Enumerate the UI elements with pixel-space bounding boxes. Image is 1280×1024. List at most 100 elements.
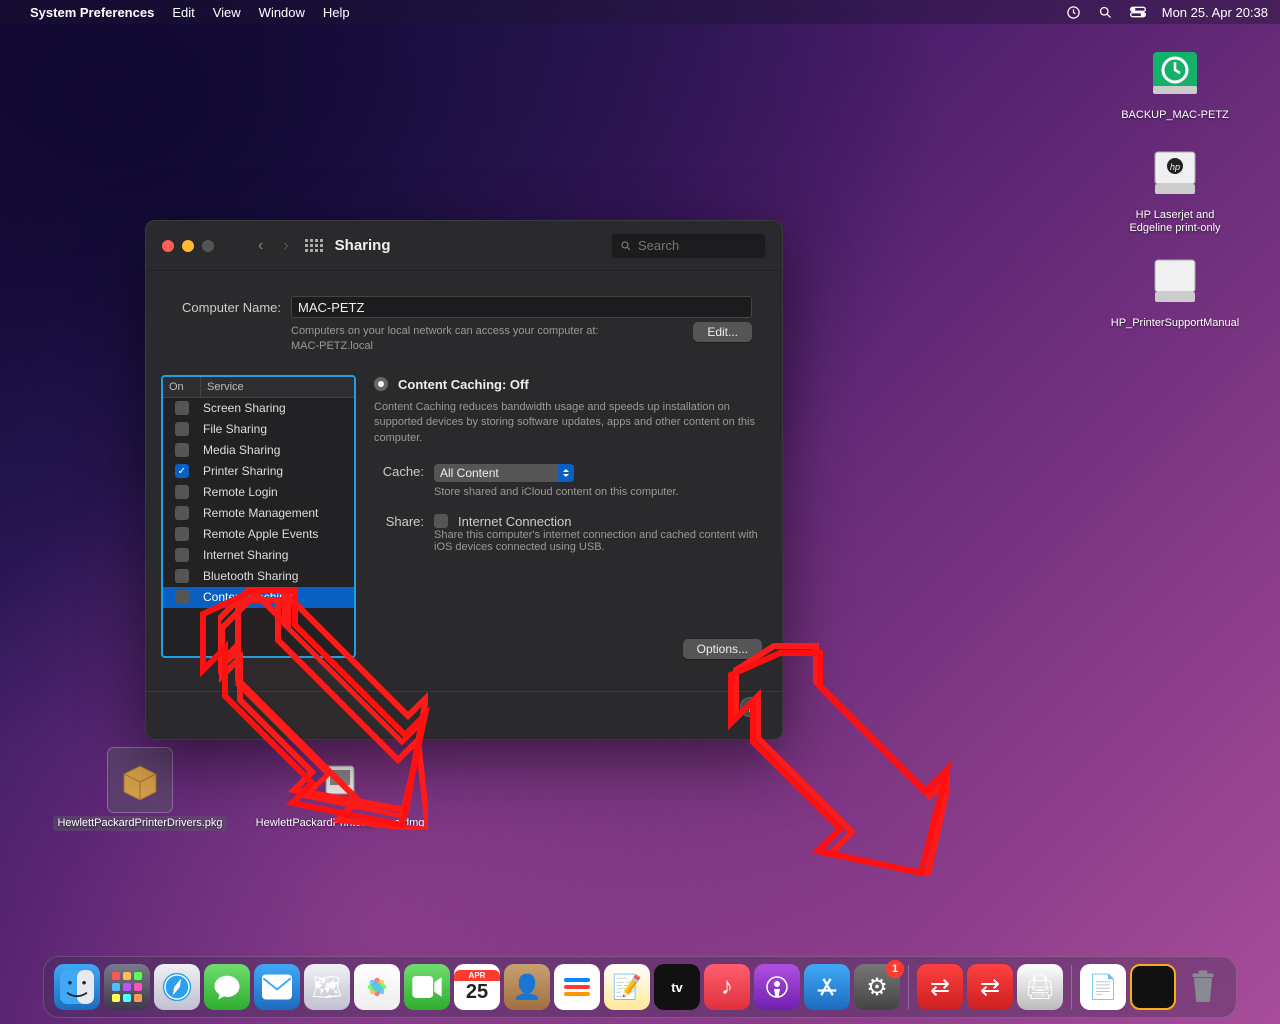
computer-name-input[interactable]: MAC-PETZ (291, 296, 752, 318)
help-button[interactable]: ? (740, 697, 760, 717)
dock-podcasts[interactable] (754, 964, 800, 1010)
calendar-month: APR (454, 970, 500, 981)
menubar: System Preferences Edit View Window Help… (0, 0, 1280, 24)
cache-select[interactable]: All Content (434, 464, 574, 482)
dock-finder[interactable] (54, 964, 100, 1010)
menu-help[interactable]: Help (323, 5, 350, 20)
service-status-title: Content Caching: Off (398, 377, 529, 392)
desktop-label: HP Laserjet and Edgeline print-only (1115, 208, 1235, 236)
dock-launchpad[interactable] (104, 964, 150, 1010)
dock-maps[interactable]: 🗺 (304, 964, 350, 1010)
computer-name-label: Computer Name: (176, 300, 281, 315)
service-row-remote-apple-events[interactable]: Remote Apple Events (163, 524, 354, 545)
desktop-icon-backup-disk[interactable]: BACKUP_MAC-PETZ (1115, 40, 1235, 123)
edit-hostname-button[interactable]: Edit... (693, 322, 752, 342)
dock-trash[interactable] (1180, 964, 1226, 1010)
search-input[interactable] (638, 238, 748, 253)
dock-recent-textedit[interactable]: 📄 (1080, 964, 1126, 1010)
service-checkbox[interactable] (175, 485, 189, 499)
menu-edit[interactable]: Edit (172, 5, 194, 20)
desktop-icon-hp-laserjet-disk[interactable]: hp HP Laserjet and Edgeline print-only (1115, 140, 1235, 236)
service-row-bluetooth-sharing[interactable]: Bluetooth Sharing (163, 566, 354, 587)
desktop-icon-pkg[interactable]: HewlettPackardPrinterDrivers.pkg (80, 748, 200, 831)
service-row-remote-login[interactable]: Remote Login (163, 482, 354, 503)
options-button[interactable]: Options... (683, 639, 762, 659)
service-checkbox[interactable] (175, 401, 189, 415)
zoom-button[interactable] (202, 240, 214, 252)
computer-name-hint: Computers on your local network can acce… (291, 324, 693, 355)
service-name: Screen Sharing (201, 401, 354, 415)
dock-mail[interactable] (254, 964, 300, 1010)
share-internet-label: Internet Connection (458, 514, 571, 529)
dock-contacts[interactable]: 👤 (504, 964, 550, 1010)
service-checkbox[interactable] (175, 422, 189, 436)
service-checkbox[interactable]: ✓ (175, 464, 189, 478)
share-internet-checkbox[interactable] (434, 514, 448, 528)
service-row-printer-sharing[interactable]: ✓Printer Sharing (163, 461, 354, 482)
service-name: Content Caching (201, 590, 354, 604)
back-button[interactable]: ‹ (254, 237, 267, 255)
forward-button[interactable]: › (279, 237, 292, 255)
services-table[interactable]: On Service Screen Sharing File SharingMed… (161, 375, 356, 658)
dock-photos[interactable] (354, 964, 400, 1010)
dock-printer-utility[interactable]: 🖨 (1017, 964, 1063, 1010)
spotlight-icon[interactable] (1098, 4, 1114, 20)
menubar-clock[interactable]: Mon 25. Apr 20:38 (1162, 5, 1268, 20)
service-row-internet-sharing[interactable]: Internet Sharing (163, 545, 354, 566)
dock-calendar[interactable]: APR25 (454, 964, 500, 1010)
service-checkbox[interactable] (175, 527, 189, 541)
app-name-menu[interactable]: System Preferences (30, 5, 154, 20)
search-icon (620, 240, 632, 252)
svg-text:hp: hp (1170, 162, 1180, 172)
cache-select-value: All Content (440, 466, 499, 480)
service-name: Remote Management (201, 506, 354, 520)
desktop-label: HewlettPackardPrinterDrivers.dmg (252, 816, 429, 831)
show-all-button[interactable] (305, 239, 323, 252)
desktop-icon-hp-support-disk[interactable]: HP_PrinterSupportManual (1115, 248, 1235, 331)
dock-facetime[interactable] (404, 964, 450, 1010)
service-checkbox[interactable] (175, 548, 189, 562)
dock-reminders[interactable] (554, 964, 600, 1010)
dock-anydesk1[interactable]: ⇄ (917, 964, 963, 1010)
dock-notes[interactable]: 📝 (604, 964, 650, 1010)
service-checkbox[interactable] (175, 569, 189, 583)
dock-tv[interactable]: tv (654, 964, 700, 1010)
pane-title: Sharing (335, 237, 391, 254)
service-status-indicator (374, 377, 388, 391)
service-name: Bluetooth Sharing (201, 569, 354, 583)
dropdown-arrows-icon (558, 464, 574, 482)
dock-appstore[interactable] (804, 964, 850, 1010)
dock-separator (1071, 965, 1072, 1009)
calendar-day: 25 (466, 981, 488, 1004)
service-checkbox[interactable] (175, 590, 189, 604)
service-name: Remote Login (201, 485, 354, 499)
dock-music[interactable]: ♪ (704, 964, 750, 1010)
menu-view[interactable]: View (213, 5, 241, 20)
desktop-icon-dmg[interactable]: HewlettPackardPrinterDrivers.dmg (280, 748, 400, 831)
service-row-screen-sharing[interactable]: Screen Sharing (163, 398, 354, 419)
control-center-icon[interactable] (1130, 4, 1146, 20)
column-on[interactable]: On (163, 377, 201, 397)
service-row-remote-management[interactable]: Remote Management (163, 503, 354, 524)
dock-anydesk2[interactable]: ⇄ (967, 964, 1013, 1010)
service-description: Content Caching reduces bandwidth usage … (374, 400, 767, 446)
close-button[interactable] (162, 240, 174, 252)
dock-messages[interactable] (204, 964, 250, 1010)
window-titlebar[interactable]: ‹ › Sharing (146, 221, 782, 271)
search-field[interactable] (611, 233, 766, 259)
service-checkbox[interactable] (175, 506, 189, 520)
dock-safari[interactable] (154, 964, 200, 1010)
column-service[interactable]: Service (201, 377, 354, 397)
service-row-media-sharing[interactable]: Media Sharing (163, 440, 354, 461)
desktop-label: HP_PrinterSupportManual (1107, 316, 1243, 331)
service-row-content-caching[interactable]: Content Caching (163, 587, 354, 608)
timemachine-menu-icon[interactable] (1066, 4, 1082, 20)
dock-recent-activity[interactable] (1130, 964, 1176, 1010)
desktop-label: HewlettPackardPrinterDrivers.pkg (53, 816, 226, 831)
menu-window[interactable]: Window (259, 5, 305, 20)
service-row-file-sharing[interactable]: File Sharing (163, 419, 354, 440)
minimize-button[interactable] (182, 240, 194, 252)
desktop-label: BACKUP_MAC-PETZ (1117, 108, 1233, 123)
dock-system-preferences[interactable]: ⚙1 (854, 964, 900, 1010)
service-checkbox[interactable] (175, 443, 189, 457)
